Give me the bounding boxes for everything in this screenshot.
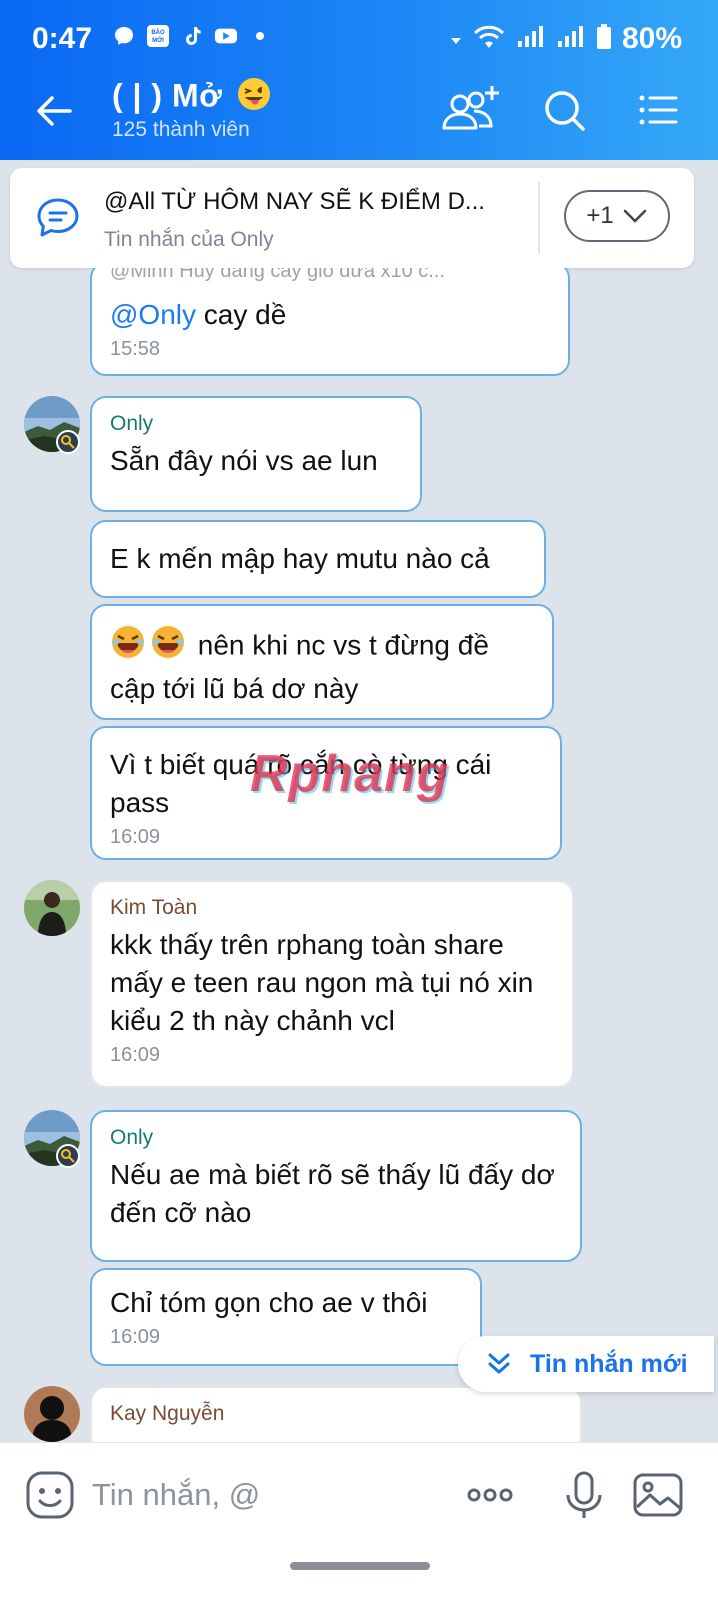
laughing-emoji-icon [110, 624, 146, 670]
signal-icon-1 [516, 25, 546, 54]
pinned-more-count: +1 [586, 202, 614, 229]
message-bubble[interactable]: Kim Toàn kkk thấy trên rphang toàn share… [90, 880, 574, 1088]
baomoi-icon: BÁO MỚI [146, 24, 170, 48]
message-time: 15:58 [110, 338, 161, 360]
voice-button[interactable] [556, 1467, 612, 1523]
notification-icons: BÁO MỚI [112, 24, 272, 48]
battery-percent: 80% [621, 22, 682, 55]
chat-header: 0:47 BÁO MỚI 80% (|) Mở 125 thành viên [0, 0, 718, 160]
new-messages-button[interactable]: Tin nhắn mới [458, 1336, 714, 1392]
message-bubble[interactable]: nên khi nc vs t đừng đề cập tới lũ bá dơ… [90, 604, 554, 720]
message-bubble[interactable]: @Minh Huy đang cay gió đưa x10 c... @Onl… [90, 268, 570, 376]
menu-button[interactable] [630, 84, 696, 140]
admin-key-badge-icon [56, 1144, 80, 1168]
sender-name: Kim Toàn [110, 896, 198, 919]
tongue-face-emoji-icon [236, 76, 272, 120]
image-icon [633, 1473, 683, 1517]
person-avatar-image [24, 1386, 80, 1442]
microphone-icon [566, 1471, 602, 1518]
new-messages-label: Tin nhắn mới [530, 1349, 688, 1378]
avatar-kim-toan[interactable] [24, 880, 80, 936]
message-bubble[interactable]: Only Nếu ae mà biết rõ sẽ thấy lũ đấy dơ… [90, 1110, 582, 1262]
message-bubble[interactable]: E k mến mập hay mutu nào cả [90, 520, 546, 598]
sender-name: Only [110, 412, 154, 435]
system-nav-bar [0, 1548, 718, 1600]
pinned-subtitle: Tin nhắn của Only [104, 228, 274, 251]
message-bubble[interactable]: Only Sẵn đây nói vs ae lun [90, 396, 422, 512]
search-button[interactable] [538, 84, 604, 140]
message-text: nên khi nc vs t đừng đề cập tới lũ bá dơ… [110, 624, 534, 708]
sender-name: Only [110, 1126, 154, 1149]
tiktok-icon [180, 24, 204, 48]
pinned-divider [538, 182, 540, 254]
signal-icon-2 [556, 25, 586, 54]
back-button[interactable] [30, 86, 80, 136]
sticker-button[interactable] [22, 1467, 78, 1523]
pinned-chat-icon [34, 194, 82, 242]
home-indicator[interactable] [290, 1562, 430, 1570]
message-list[interactable]: @Minh Huy đang cay gió đưa x10 c... @Onl… [0, 268, 718, 1442]
message-time: 16:09 [110, 826, 161, 848]
watermark-logo: Rphang [250, 745, 450, 803]
pinned-more-button[interactable]: +1 [564, 190, 670, 242]
admin-key-badge-icon [56, 430, 80, 454]
member-count[interactable]: 125 thành viên [112, 118, 250, 142]
pinned-title: @All TỪ HÔM NAY SẼ K ĐIỂM D... [104, 188, 485, 215]
add-member-button[interactable] [438, 84, 504, 140]
message-bubble[interactable]: Kay Nguyễn [90, 1386, 582, 1442]
status-time: 0:47 [32, 22, 93, 55]
message-text: Sẵn đây nói vs ae lun [110, 445, 378, 476]
messenger-icon [112, 24, 136, 48]
list-menu-icon [639, 95, 678, 125]
quoted-message: @Minh Huy đang cay gió đưa x10 c... [110, 268, 445, 282]
image-button[interactable] [630, 1467, 686, 1523]
group-name: ( | ) Mở [112, 77, 223, 114]
search-icon [545, 91, 585, 131]
data-arrows-icon [450, 26, 462, 53]
svg-text:MỚI: MỚI [152, 36, 164, 44]
sticker-icon [26, 1471, 74, 1519]
group-title[interactable]: ( | ) Mở [112, 76, 272, 120]
more-options-button[interactable] [462, 1467, 518, 1523]
message-time: 16:09 [110, 1044, 161, 1066]
avatar-kay-nguyen[interactable] [24, 1386, 80, 1442]
sender-name: Kay Nguyễn [110, 1402, 225, 1425]
status-bar: 0:47 BÁO MỚI 80% [0, 0, 718, 64]
message-input-bar: Tin nhắn, @ [0, 1442, 718, 1549]
battery-icon [596, 23, 612, 55]
more-dots-icon [467, 1488, 513, 1502]
back-arrow-icon [37, 96, 72, 126]
laughing-emoji-icon [150, 624, 186, 670]
message-text: Chỉ tóm gọn cho ae v thôi [110, 1287, 428, 1318]
add-member-icon [442, 86, 499, 130]
message-bubble[interactable]: Chỉ tóm gọn cho ae v thôi 16:09 [90, 1268, 482, 1366]
message-time: 16:09 [110, 1326, 161, 1348]
message-text: Nếu ae mà biết rõ sẽ thấy lũ đấy dơ đến … [110, 1159, 555, 1228]
person-avatar-image [24, 880, 80, 936]
more-notifications-dot-icon [248, 24, 272, 48]
svg-text:BÁO: BÁO [151, 29, 165, 36]
youtube-icon [214, 24, 238, 48]
mention-link[interactable]: @Only [110, 299, 196, 330]
system-status: 80% [450, 22, 682, 56]
message-text: kkk thấy trên rphang toàn share mấy e te… [110, 929, 534, 1036]
message-input[interactable]: Tin nhắn, @ [92, 1477, 260, 1513]
message-text: @Only cay dề [110, 299, 287, 330]
pinned-message-bar[interactable]: @All TỪ HÔM NAY SẼ K ĐIỂM D... Tin nhắn … [10, 168, 694, 268]
wifi-icon [472, 24, 506, 55]
chevron-down-icon [623, 209, 646, 223]
double-chevron-down-icon [488, 1353, 510, 1374]
message-text: E k mến mập hay mutu nào cả [110, 543, 490, 574]
